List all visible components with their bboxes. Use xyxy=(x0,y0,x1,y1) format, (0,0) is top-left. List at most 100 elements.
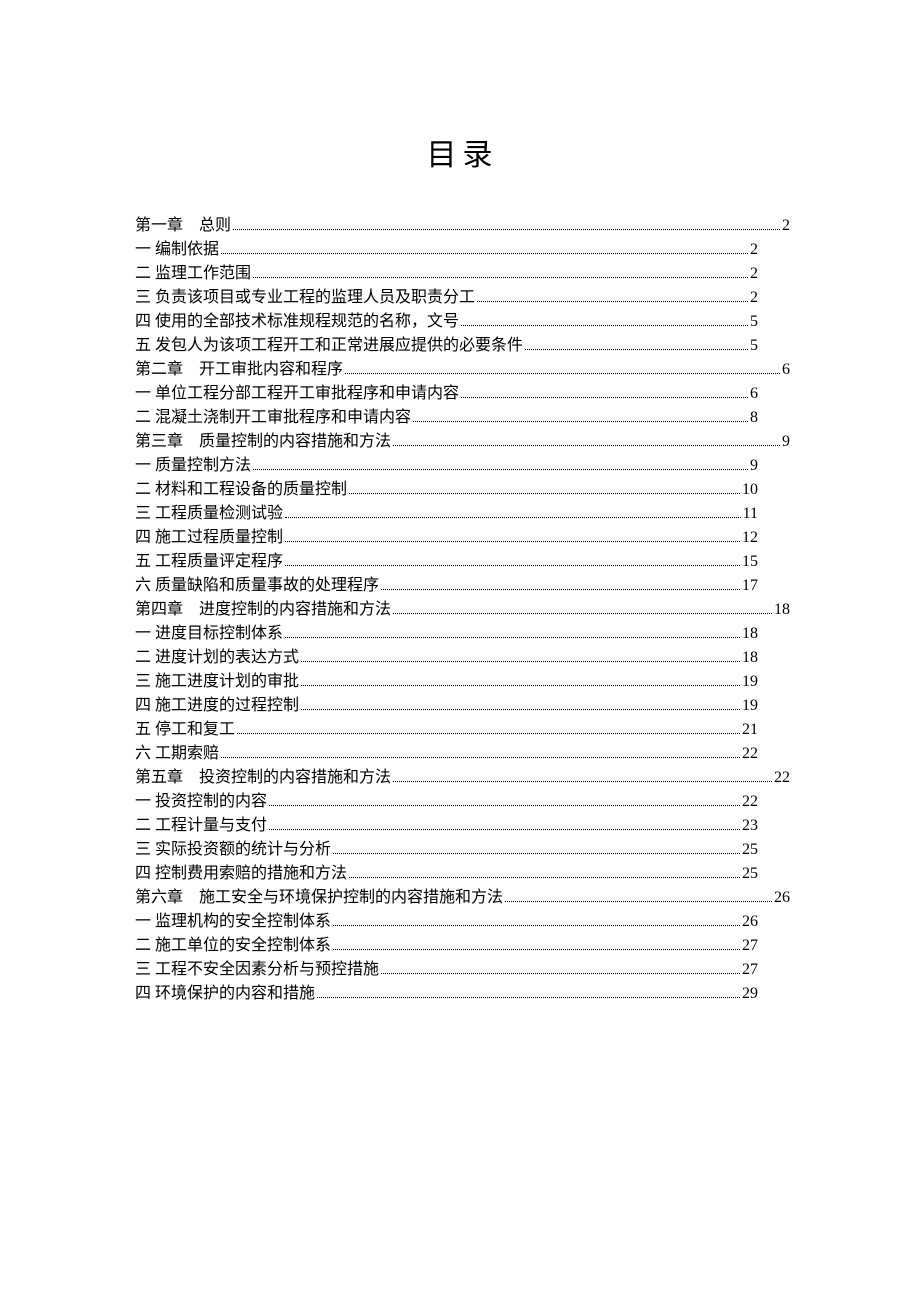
toc-entry-page: 22 xyxy=(742,790,758,814)
toc-entry: 第六章 施工安全与环境保护控制的内容措施和方法26 xyxy=(135,886,790,910)
toc-entry-page: 9 xyxy=(750,454,758,478)
toc-entry: 第二章 开工审批内容和程序6 xyxy=(135,358,790,382)
toc-entry: 第一章 总则 2 xyxy=(135,214,790,238)
toc-leader-dots xyxy=(461,325,748,326)
toc-entry: 第五章 投资控制的内容措施和方法 22 xyxy=(135,766,790,790)
page-title: 目录 xyxy=(135,130,790,174)
toc-entry-page: 25 xyxy=(742,862,758,886)
toc-entry-page: 2 xyxy=(750,286,758,310)
toc-entry: 一 投资控制的内容22 xyxy=(135,790,790,814)
toc-entry: 一 进度目标控制体系18 xyxy=(135,622,790,646)
toc-leader-dots xyxy=(393,445,780,446)
toc-entry-page: 2 xyxy=(750,238,758,262)
toc-entry-page: 22 xyxy=(742,742,758,766)
toc-leader-dots xyxy=(253,277,748,278)
toc-entry-label: 三 实际投资额的统计与分析 xyxy=(135,838,331,862)
toc-entry-label: 二 工程计量与支付 xyxy=(135,814,267,838)
toc-leader-dots xyxy=(285,637,740,638)
toc-entry-page: 2 xyxy=(750,262,758,286)
toc-entry-page: 12 xyxy=(742,526,758,550)
toc-leader-dots xyxy=(381,973,740,974)
toc-entry: 一 单位工程分部工程开工审批程序和申请内容 6 xyxy=(135,382,790,406)
toc-entry-page: 23 xyxy=(742,814,758,838)
toc-leader-dots xyxy=(285,565,740,566)
toc-entry-page: 19 xyxy=(742,694,758,718)
toc-leader-dots xyxy=(461,397,748,398)
toc-entry-page: 5 xyxy=(750,310,758,334)
toc-entry-label: 六 工期索赔 xyxy=(135,742,219,766)
toc-entry-page: 22 xyxy=(774,766,790,790)
toc-entry: 四 施工进度的过程控制19 xyxy=(135,694,790,718)
toc-leader-dots xyxy=(525,349,748,350)
toc-entry: 三 工程不安全因素分析与预控措施 27 xyxy=(135,958,790,982)
toc-entry: 二 材料和工程设备的质量控制 10 xyxy=(135,478,790,502)
toc-entry-page: 10 xyxy=(742,478,758,502)
toc-entry-label: 第一章 总则 xyxy=(135,214,231,238)
toc-entry-page: 26 xyxy=(774,886,790,910)
toc-leader-dots xyxy=(393,613,772,614)
toc-entry-label: 第五章 投资控制的内容措施和方法 xyxy=(135,766,391,790)
toc-entry-page: 15 xyxy=(742,550,758,574)
toc-entry-label: 第三章 质量控制的内容措施和方法 xyxy=(135,430,391,454)
toc-entry-page: 27 xyxy=(742,958,758,982)
toc-entry-page: 21 xyxy=(742,718,758,742)
toc-entry: 二 混凝土浇制开工审批程序和申请内容8 xyxy=(135,406,790,430)
toc-entry-label: 一 质量控制方法 xyxy=(135,454,251,478)
toc-entry-label: 四 使用的全部技术标准规程规范的名称，文号 xyxy=(135,310,459,334)
toc-entry-label: 一 单位工程分部工程开工审批程序和申请内容 xyxy=(135,382,459,406)
toc-entry: 四 使用的全部技术标准规程规范的名称，文号 5 xyxy=(135,310,790,334)
toc-leader-dots xyxy=(393,781,772,782)
toc-entry: 一 质量控制方法 9 xyxy=(135,454,790,478)
toc-entry-page: 6 xyxy=(782,358,790,382)
toc-entry: 六 质量缺陷和质量事故的处理程序17 xyxy=(135,574,790,598)
toc-entry-label: 三 工程质量检测试验 xyxy=(135,502,283,526)
toc-leader-dots xyxy=(221,757,740,758)
toc-entry-label: 四 环境保护的内容和措施 xyxy=(135,982,315,1006)
toc-entry-page: 29 xyxy=(742,982,758,1006)
toc-entry-label: 三 工程不安全因素分析与预控措施 xyxy=(135,958,379,982)
toc-entry-page: 11 xyxy=(743,502,758,526)
toc-leader-dots xyxy=(253,469,748,470)
toc-entry-label: 三 施工进度计划的审批 xyxy=(135,670,299,694)
toc-entry: 三 施工进度计划的审批19 xyxy=(135,670,790,694)
toc-entry-label: 二 监理工作范围 xyxy=(135,262,251,286)
toc-leader-dots xyxy=(505,901,772,902)
toc-entry: 五 停工和复工21 xyxy=(135,718,790,742)
toc-entry-label: 四 施工过程质量控制 xyxy=(135,526,283,550)
toc-entry-page: 2 xyxy=(782,214,790,238)
toc-entry-page: 25 xyxy=(742,838,758,862)
toc-leader-dots xyxy=(345,373,780,374)
toc-leader-dots xyxy=(413,421,748,422)
toc-entry: 第四章 进度控制的内容措施和方法18 xyxy=(135,598,790,622)
toc-entry: 四 施工过程质量控制 12 xyxy=(135,526,790,550)
toc-leader-dots xyxy=(333,925,740,926)
toc-leader-dots xyxy=(349,493,740,494)
toc-entry-label: 五 工程质量评定程序 xyxy=(135,550,283,574)
toc-entry-label: 二 材料和工程设备的质量控制 xyxy=(135,478,347,502)
toc-entry-label: 五 发包人为该项工程开工和正常进展应提供的必要条件 xyxy=(135,334,523,358)
toc-leader-dots xyxy=(285,541,740,542)
toc-entry-page: 27 xyxy=(742,934,758,958)
toc-leader-dots xyxy=(349,877,740,878)
toc-entry: 第三章 质量控制的内容措施和方法 9 xyxy=(135,430,790,454)
toc-entry: 五 工程质量评定程序 15 xyxy=(135,550,790,574)
toc-leader-dots xyxy=(477,301,748,302)
toc-leader-dots xyxy=(237,733,740,734)
toc-entry: 三 负责该项目或专业工程的监理人员及职责分工2 xyxy=(135,286,790,310)
toc-entry: 四 环境保护的内容和措施 29 xyxy=(135,982,790,1006)
toc-leader-dots xyxy=(301,709,740,710)
toc-leader-dots xyxy=(333,853,740,854)
toc-leader-dots xyxy=(333,949,740,950)
toc-entry-page: 18 xyxy=(742,622,758,646)
toc-entry-label: 二 进度计划的表达方式 xyxy=(135,646,299,670)
toc-entry-page: 18 xyxy=(742,646,758,670)
toc-entry-label: 四 控制费用索赔的措施和方法 xyxy=(135,862,347,886)
toc-leader-dots xyxy=(301,685,740,686)
toc-entry-page: 8 xyxy=(750,406,758,430)
toc-entry: 二 工程计量与支付 23 xyxy=(135,814,790,838)
table-of-contents: 第一章 总则2一 编制依据2二 监理工作范围2三 负责该项目或专业工程的监理人员… xyxy=(135,214,790,1006)
toc-entry-page: 6 xyxy=(750,382,758,406)
toc-entry-page: 9 xyxy=(782,430,790,454)
toc-entry: 六 工期索赔 22 xyxy=(135,742,790,766)
toc-leader-dots xyxy=(285,517,741,518)
